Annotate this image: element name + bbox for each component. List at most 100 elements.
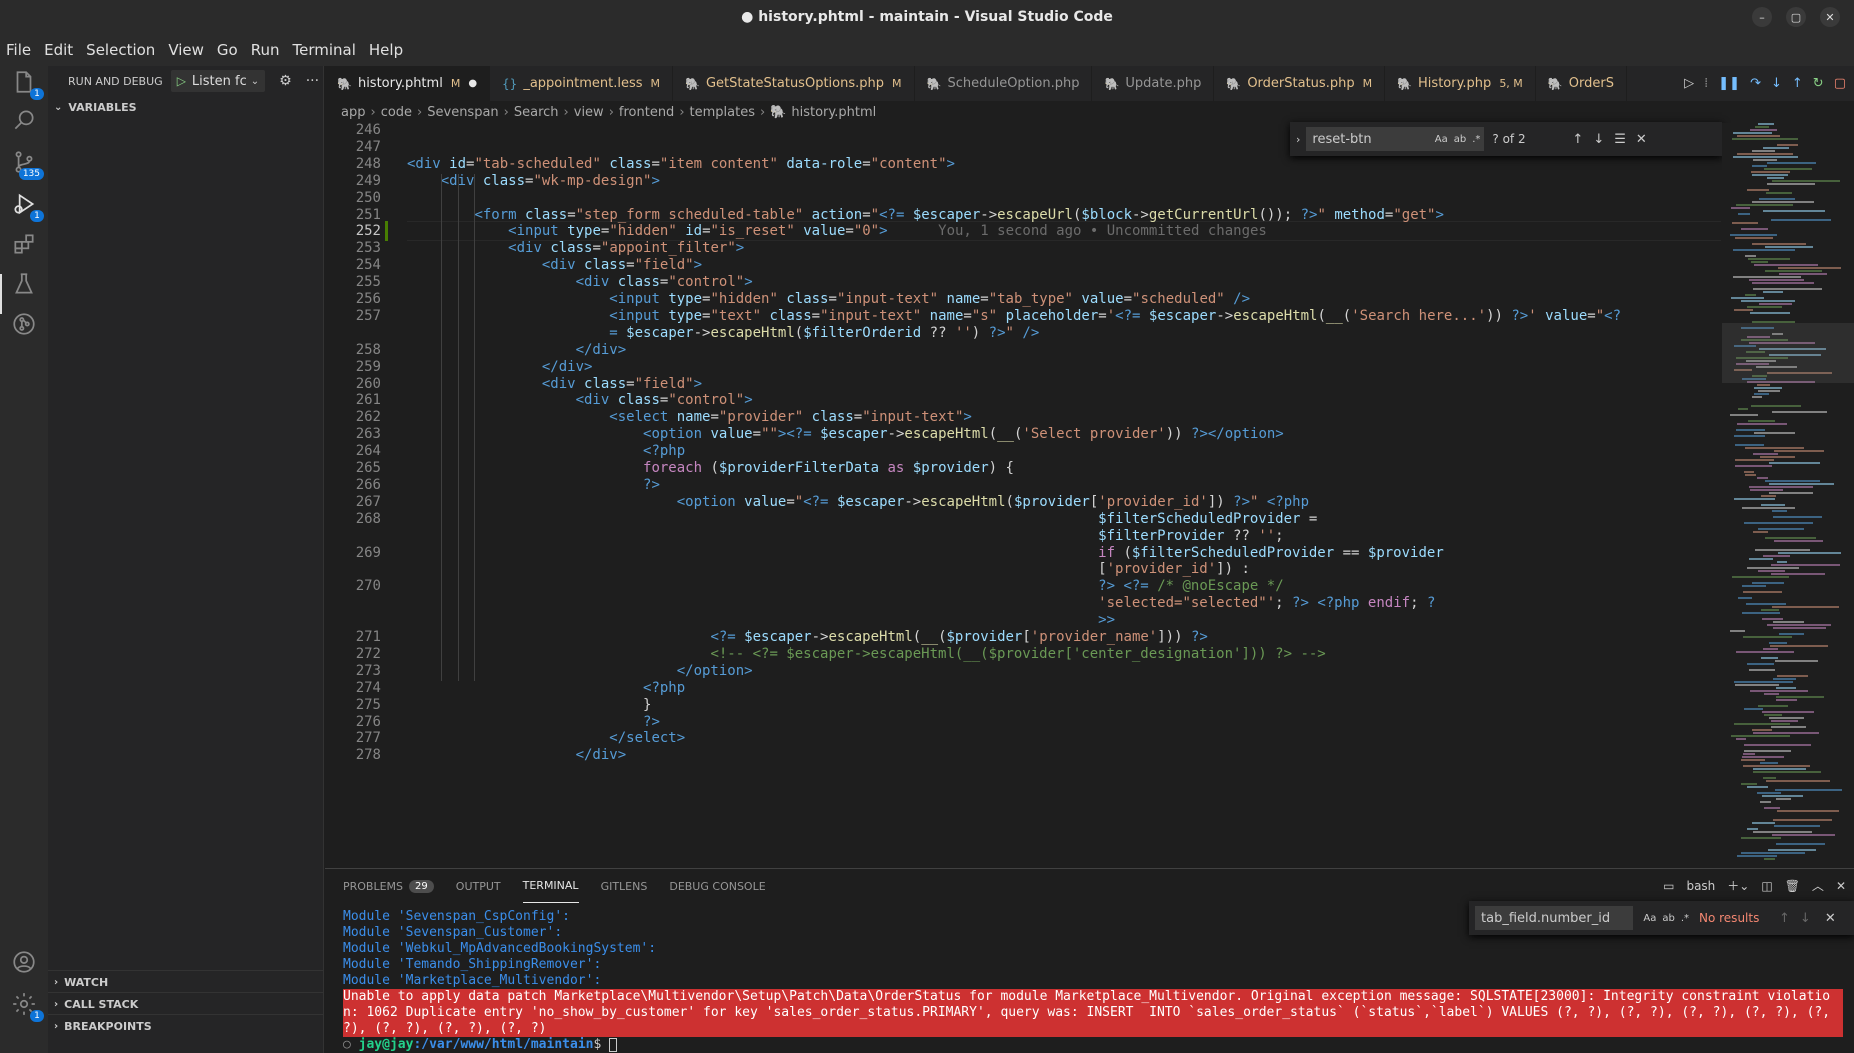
chevron-down-icon: ⌄: [54, 101, 63, 113]
find-input[interactable]: reset-btn Aa ab .*: [1306, 127, 1485, 151]
menu-view[interactable]: View: [168, 41, 204, 59]
match-case-icon[interactable]: Aa: [1435, 134, 1448, 145]
tab-appointment-less[interactable]: {} _appointment.less M: [490, 66, 673, 101]
step-over-icon[interactable]: ↷: [1750, 76, 1761, 91]
pause-icon[interactable]: ❚❚: [1718, 76, 1740, 91]
menu-run[interactable]: Run: [251, 41, 280, 59]
debug-settings-icon[interactable]: ⚙: [279, 73, 292, 89]
explorer-icon[interactable]: 1: [8, 66, 44, 100]
minimap-line: [1763, 648, 1778, 650]
settings-gear-icon[interactable]: 1: [8, 988, 44, 1022]
minimap-line: [1735, 459, 1774, 461]
tab-orders[interactable]: 🐘 OrderS: [1536, 66, 1627, 101]
match-case-icon[interactable]: Aa: [1643, 913, 1656, 924]
previous-match-icon[interactable]: ↑: [1572, 132, 1583, 147]
testing-icon[interactable]: [8, 268, 40, 300]
step-into-icon[interactable]: ↓: [1771, 76, 1782, 91]
run-debug-icon[interactable]: 1: [8, 188, 44, 222]
tab-debug-console[interactable]: DEBUG CONSOLE: [669, 869, 765, 903]
unsaved-dot-icon[interactable]: ●: [468, 78, 477, 89]
breadcrumb-item[interactable]: app: [341, 105, 365, 120]
terminal-line: Module 'Temando_ShippingRemover':: [343, 957, 602, 972]
watch-section[interactable]: › WATCH: [48, 970, 323, 993]
code-editor[interactable]: 246 247 248 <div id="tab-scheduled" class="…: [325, 123, 1721, 868]
tab-scheduleoption[interactable]: 🐘 ScheduleOption.php: [915, 66, 1093, 101]
debug-config-select[interactable]: ▷ Listen fc ⌄: [170, 70, 266, 92]
split-terminal-icon[interactable]: ◫: [1761, 879, 1772, 893]
minimap-line: [1735, 465, 1772, 467]
shell-label[interactable]: bash: [1686, 879, 1715, 893]
breadcrumb-item[interactable]: code: [381, 105, 412, 120]
minimize-icon[interactable]: –: [1752, 7, 1772, 27]
minimap-line: [1778, 552, 1841, 554]
menu-go[interactable]: Go: [217, 41, 238, 59]
breadcrumb-item[interactable]: view: [574, 105, 604, 120]
minimap[interactable]: [1722, 123, 1854, 868]
breadcrumb-item[interactable]: frontend: [619, 105, 674, 120]
more-actions-icon[interactable]: ···: [306, 73, 319, 89]
menu-file[interactable]: File: [6, 41, 31, 59]
drag-handle-icon[interactable]: ⁞: [1704, 76, 1708, 91]
start-debug-icon[interactable]: ▷: [177, 74, 186, 88]
account-icon[interactable]: [8, 946, 40, 978]
tab-update[interactable]: 🐘 Update.php: [1092, 66, 1215, 101]
previous-match-icon[interactable]: ↑: [1779, 911, 1790, 926]
tab-output[interactable]: OUTPUT: [456, 869, 501, 903]
tab-history-phtml[interactable]: 🐘 history.phtml M ●: [325, 66, 491, 101]
stop-icon[interactable]: ▢: [1834, 76, 1846, 91]
minimap-viewport[interactable]: [1722, 323, 1854, 383]
close-panel-icon[interactable]: ✕: [1836, 879, 1846, 893]
minimap-line: [1742, 585, 1766, 587]
terminal-prompt[interactable]: ○ jay@jay:/var/www/html/maintain$: [343, 1037, 1843, 1053]
variables-section[interactable]: ⌄ VARIABLES: [48, 96, 323, 118]
regex-icon[interactable]: .*: [1472, 134, 1480, 145]
tab-orderstatus[interactable]: 🐘 OrderStatus.php M: [1214, 66, 1386, 101]
tab-problems[interactable]: PROBLEMS 29: [343, 869, 434, 903]
gitlens-icon[interactable]: [8, 308, 40, 340]
match-word-icon[interactable]: ab: [1454, 134, 1466, 145]
find-in-selection-icon[interactable]: ☰: [1614, 132, 1626, 147]
extensions-icon[interactable]: [8, 228, 40, 260]
toggle-replace-icon[interactable]: ›: [1296, 133, 1300, 146]
match-word-icon[interactable]: ab: [1662, 913, 1674, 924]
breadcrumb-item[interactable]: history.phtml: [791, 105, 876, 120]
run-file-icon[interactable]: ▷: [1684, 76, 1694, 91]
breadcrumb-item[interactable]: Search: [514, 105, 559, 120]
tab-label: TERMINAL: [522, 879, 579, 892]
terminal-icon: ▭: [1663, 878, 1675, 893]
minimap-line: [1741, 837, 1781, 839]
search-icon[interactable]: [8, 104, 40, 136]
callstack-section[interactable]: › CALL STACK: [48, 992, 323, 1015]
menu-terminal[interactable]: Terminal: [293, 41, 356, 59]
breadcrumb-item[interactable]: Sevenspan: [427, 105, 498, 120]
breadcrumb-item[interactable]: templates: [690, 105, 755, 120]
maximize-icon[interactable]: ▢: [1786, 7, 1806, 27]
minimap-line: [1733, 156, 1798, 158]
terminal-find-input[interactable]: tab_field.number_id Aa ab .*: [1475, 906, 1689, 930]
menu-help[interactable]: Help: [369, 41, 403, 59]
tab-getstatestatusoptions[interactable]: 🐘 GetStateStatusOptions.php M: [673, 66, 915, 101]
next-match-icon[interactable]: ↓: [1593, 132, 1604, 147]
minimap-line: [1734, 435, 1765, 437]
minimap-line: [1742, 507, 1795, 509]
trash-icon[interactable]: 🗑: [1785, 879, 1800, 893]
tab-history-php[interactable]: 🐘 History.php 5, M: [1385, 66, 1536, 101]
menu-edit[interactable]: Edit: [44, 41, 73, 59]
regex-icon[interactable]: .*: [1681, 913, 1689, 924]
close-icon[interactable]: ✕: [1820, 7, 1840, 27]
maximize-panel-icon[interactable]: ︿: [1812, 877, 1824, 894]
close-find-icon[interactable]: ✕: [1825, 911, 1836, 926]
source-control-icon[interactable]: 135: [8, 146, 44, 180]
tab-gitlens[interactable]: GITLENS: [601, 869, 648, 903]
tab-status: M: [892, 77, 902, 90]
new-terminal-icon[interactable]: ＋⌄: [1727, 877, 1749, 894]
menu-selection[interactable]: Selection: [86, 41, 155, 59]
code-line[interactable]: 278 </div>: [325, 745, 1721, 765]
breakpoints-section[interactable]: › BREAKPOINTS: [48, 1014, 323, 1037]
minimap-line: [1772, 510, 1787, 512]
next-match-icon[interactable]: ↓: [1800, 911, 1811, 926]
restart-icon[interactable]: ↻: [1813, 76, 1824, 91]
tab-terminal[interactable]: TERMINAL: [522, 869, 579, 903]
step-out-icon[interactable]: ↑: [1792, 76, 1803, 91]
close-find-icon[interactable]: ✕: [1636, 132, 1647, 147]
